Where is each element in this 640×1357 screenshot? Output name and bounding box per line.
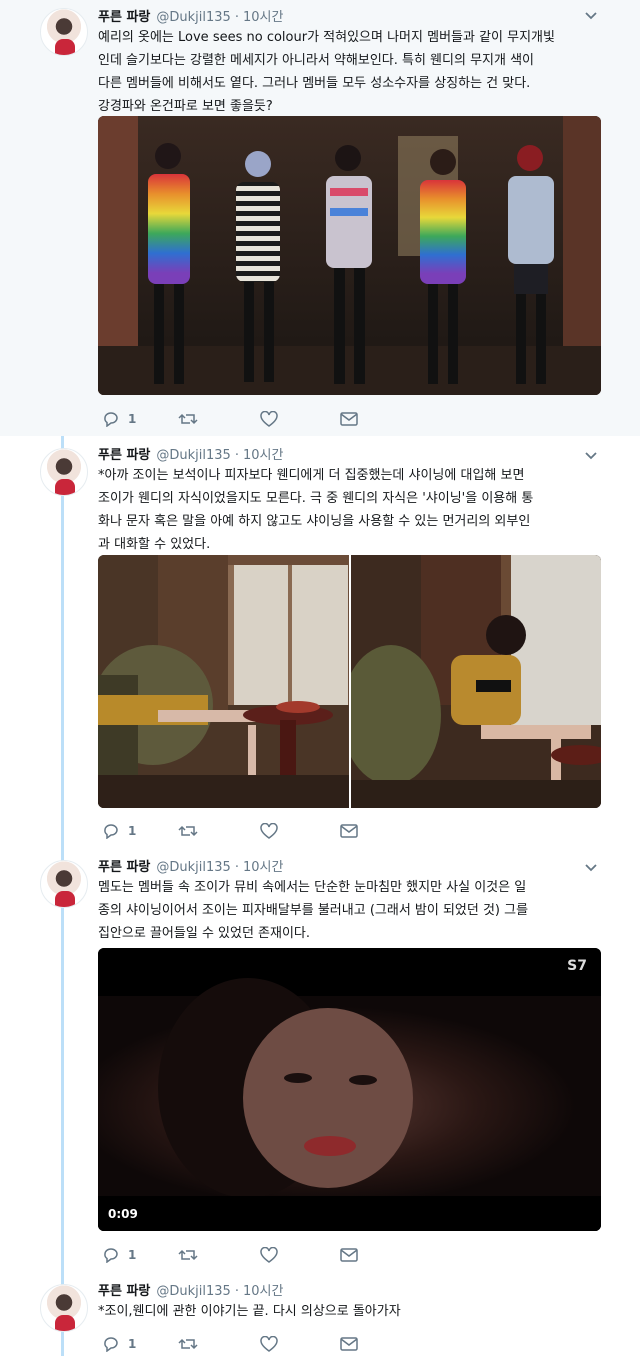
tweet-actions: 1 <box>98 408 498 430</box>
like-button[interactable] <box>260 820 286 842</box>
tweet-video[interactable]: S7 0:09 <box>98 948 601 1231</box>
heart-icon <box>260 411 278 427</box>
tweet-actions: 1 <box>98 820 498 842</box>
reply-icon <box>104 412 118 427</box>
reply-icon <box>104 1248 118 1263</box>
heart-icon <box>260 1247 278 1263</box>
user-handle[interactable]: @Dukjil135 <box>156 448 230 463</box>
tweet-photo-left[interactable] <box>98 555 349 808</box>
avatar[interactable] <box>40 860 88 908</box>
tweet-text: 예리의 옷에는 Love sees no colour가 적혀있으며 나머지 멤… <box>98 30 555 114</box>
tweet-header: 푸른 파랑 @Dukjil135 · 10시간 <box>98 1280 283 1300</box>
retweet-button[interactable] <box>178 408 206 430</box>
reply-icon <box>104 1337 118 1352</box>
like-button[interactable] <box>260 1333 286 1355</box>
separator: · <box>234 10 239 25</box>
tweet-header: 푸른 파랑 @Dukjil135 · 10시간 <box>98 444 283 464</box>
tweet-header: 푸른 파랑 @Dukjil135 · 10시간 <box>98 856 283 876</box>
separator: · <box>234 1284 239 1299</box>
timestamp[interactable]: 10시간 <box>243 6 283 25</box>
reply-count: 1 <box>128 1248 137 1262</box>
retweet-icon <box>178 413 198 425</box>
user-handle[interactable]: @Dukjil135 <box>156 1284 230 1299</box>
tweet-photo[interactable] <box>98 116 601 395</box>
heart-icon <box>260 1336 278 1352</box>
tweet-photo-right[interactable] <box>351 555 601 808</box>
timestamp[interactable]: 10시간 <box>243 856 283 875</box>
envelope-icon <box>340 1248 358 1262</box>
like-button[interactable] <box>260 1244 286 1266</box>
thread-line <box>61 438 64 856</box>
retweet-icon <box>178 825 198 837</box>
display-name[interactable]: 푸른 파랑 <box>98 1280 150 1299</box>
tweet-text: 멤도는 멤버들 속 조이가 뮤비 속에서는 단순한 눈마침만 했지만 사실 이것… <box>98 880 529 941</box>
reply-icon <box>104 824 118 839</box>
display-name[interactable]: 푸른 파랑 <box>98 856 150 875</box>
avatar[interactable] <box>40 1284 88 1332</box>
woman-on-chair-image <box>351 555 601 808</box>
tweet-actions: 1 <box>98 1333 498 1355</box>
user-handle[interactable]: @Dukjil135 <box>156 10 230 25</box>
envelope-icon <box>340 824 358 838</box>
reply-button[interactable]: 1 <box>102 1244 136 1266</box>
tweet[interactable]: 푸른 파랑 @Dukjil135 · 10시간 *아까 조이는 보석이나 피자보… <box>0 438 640 856</box>
tweet-actions: 1 <box>98 1244 498 1266</box>
timestamp[interactable]: 10시간 <box>243 444 283 463</box>
chevron-down-icon[interactable] <box>584 862 598 874</box>
display-name[interactable]: 푸른 파랑 <box>98 444 150 463</box>
message-button[interactable] <box>340 408 358 430</box>
retweet-button[interactable] <box>178 820 206 842</box>
user-handle[interactable]: @Dukjil135 <box>156 860 230 875</box>
envelope-icon <box>340 412 358 426</box>
chevron-down-icon[interactable] <box>584 450 598 462</box>
message-button[interactable] <box>340 820 358 842</box>
reply-button[interactable]: 1 <box>102 820 136 842</box>
reply-button[interactable]: 1 <box>102 408 136 430</box>
heart-icon <box>260 823 278 839</box>
tweet[interactable]: 푸른 파랑 @Dukjil135 · 10시간 예리의 옷에는 Love see… <box>0 0 640 436</box>
envelope-icon <box>340 1337 358 1351</box>
group-photo-image <box>98 116 601 395</box>
tweet-text: *조이,웬디에 관한 이야기는 끝. 다시 의상으로 돌아가자 <box>98 1304 401 1319</box>
video-watermark: S7 <box>567 958 587 974</box>
reply-button[interactable]: 1 <box>102 1333 136 1355</box>
separator: · <box>234 448 239 463</box>
video-frame-image <box>98 948 601 1231</box>
tweet-text: *아까 조이는 보석이나 피자보다 웬디에게 더 집중했는데 샤이닝에 대입해 … <box>98 468 534 552</box>
message-button[interactable] <box>340 1244 358 1266</box>
video-duration: 0:09 <box>108 1207 138 1221</box>
tweet-header: 푸른 파랑 @Dukjil135 · 10시간 <box>98 6 283 26</box>
retweet-icon <box>178 1249 198 1261</box>
avatar[interactable] <box>40 448 88 496</box>
message-button[interactable] <box>340 1333 358 1355</box>
reply-count: 1 <box>128 1337 137 1351</box>
tweet[interactable]: 푸른 파랑 @Dukjil135 · 10시간 멤도는 멤버들 속 조이가 뮤비… <box>0 856 640 1276</box>
display-name[interactable]: 푸른 파랑 <box>98 6 150 25</box>
timestamp[interactable]: 10시간 <box>243 1280 283 1299</box>
reply-count: 1 <box>128 412 137 426</box>
room-scene-image <box>98 555 349 808</box>
chevron-down-icon[interactable] <box>584 10 598 22</box>
retweet-button[interactable] <box>178 1333 206 1355</box>
separator: · <box>234 860 239 875</box>
retweet-icon <box>178 1338 198 1350</box>
avatar[interactable] <box>40 8 88 56</box>
reply-count: 1 <box>128 824 137 838</box>
tweet[interactable]: 푸른 파랑 @Dukjil135 · 10시간 *조이,웬디에 관한 이야기는 … <box>0 1280 640 1357</box>
like-button[interactable] <box>260 408 286 430</box>
retweet-button[interactable] <box>178 1244 206 1266</box>
